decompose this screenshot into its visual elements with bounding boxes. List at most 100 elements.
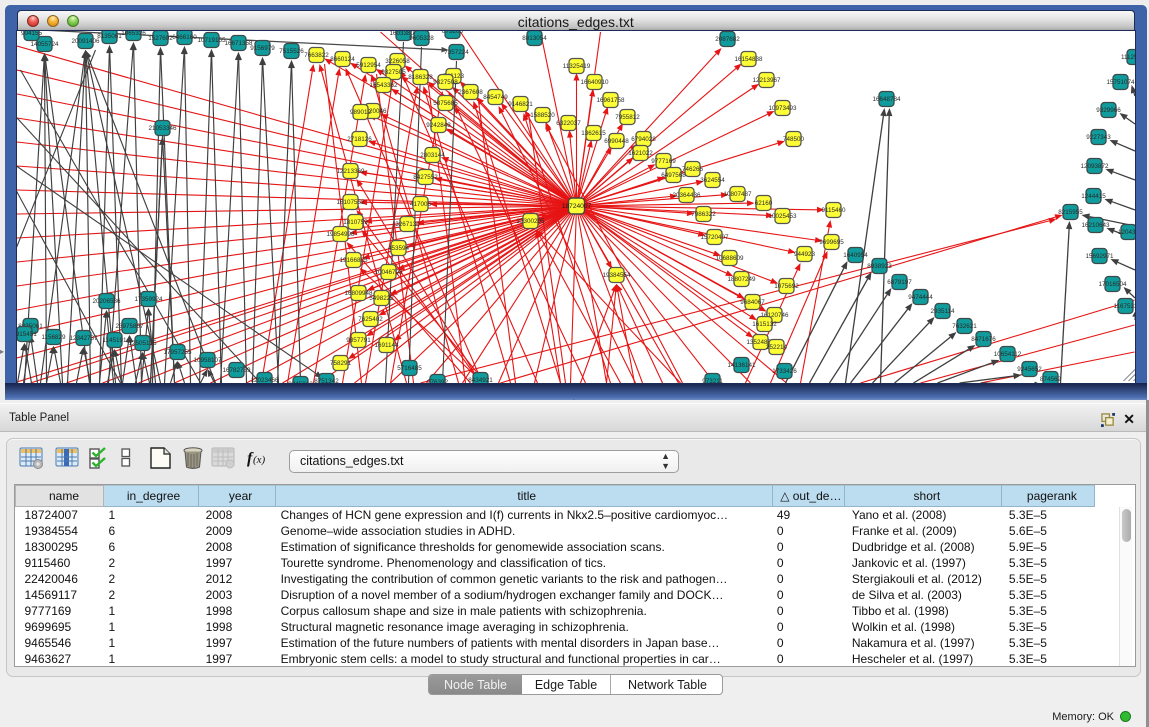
svg-text:9245012: 9245012 bbox=[288, 381, 313, 383]
svg-text:2935114: 2935114 bbox=[930, 308, 955, 315]
svg-text:10688609: 10688609 bbox=[715, 255, 744, 262]
svg-text:7663822: 7663822 bbox=[304, 52, 329, 59]
svg-text:9156979: 9156979 bbox=[250, 45, 275, 52]
svg-text:9227343: 9227343 bbox=[1086, 134, 1111, 141]
svg-text:9605328: 9605328 bbox=[409, 35, 434, 42]
svg-text:11325419: 11325419 bbox=[562, 63, 590, 70]
svg-text:6794028: 6794028 bbox=[631, 136, 656, 143]
svg-text:6466160: 6466160 bbox=[172, 34, 197, 41]
svg-text:252214: 252214 bbox=[765, 344, 787, 351]
svg-text:10973493: 10973493 bbox=[768, 105, 797, 112]
svg-text:9329966: 9329966 bbox=[1096, 107, 1121, 114]
svg-text:16671358: 16671358 bbox=[224, 40, 253, 47]
svg-text:1733426: 1733426 bbox=[772, 368, 797, 375]
svg-text:18107552: 18107552 bbox=[336, 199, 365, 206]
svg-text:9857791: 9857791 bbox=[346, 337, 371, 344]
svg-text:11125419: 11125419 bbox=[1120, 54, 1135, 61]
svg-text:12505135: 12505135 bbox=[128, 340, 157, 347]
svg-text:904155: 904155 bbox=[20, 31, 42, 37]
svg-text:1167533: 1167533 bbox=[1113, 303, 1135, 310]
svg-text:62160: 62160 bbox=[754, 200, 772, 207]
svg-text:1362615: 1362615 bbox=[581, 130, 606, 137]
svg-text:10654112: 10654112 bbox=[993, 351, 1021, 358]
svg-text:453594: 453594 bbox=[387, 245, 409, 252]
svg-text:19384554: 19384554 bbox=[602, 272, 631, 279]
svg-text:12023466: 12023466 bbox=[250, 377, 279, 383]
svg-text:1615132: 1615132 bbox=[752, 321, 777, 328]
svg-text:9115460: 9115460 bbox=[821, 207, 846, 214]
svg-text:9777169: 9777169 bbox=[651, 158, 676, 165]
svg-text:873205: 873205 bbox=[441, 31, 463, 35]
svg-text:2803144: 2803144 bbox=[420, 152, 445, 159]
svg-text:2718126: 2718126 bbox=[347, 136, 372, 143]
svg-text:5498222: 5498222 bbox=[369, 295, 394, 302]
svg-text:7625402: 7625402 bbox=[358, 316, 383, 323]
svg-text:14136141: 14136141 bbox=[727, 362, 756, 369]
svg-text:16961758: 16961758 bbox=[596, 97, 625, 104]
svg-text:10719155: 10719155 bbox=[197, 37, 226, 44]
svg-text:8215955: 8215955 bbox=[1058, 209, 1083, 216]
svg-text:18807249: 18807249 bbox=[727, 276, 756, 283]
svg-text:8751342: 8751342 bbox=[314, 378, 339, 383]
svg-text:12342737: 12342737 bbox=[69, 335, 98, 342]
svg-text:16640910: 16640910 bbox=[580, 79, 609, 86]
svg-text:8135061: 8135061 bbox=[97, 33, 122, 40]
svg-text:8660124: 8660124 bbox=[330, 56, 355, 63]
svg-text:7632621: 7632621 bbox=[952, 323, 977, 330]
svg-text:2367608: 2367608 bbox=[458, 89, 483, 96]
svg-text:3624554: 3624554 bbox=[700, 177, 725, 184]
svg-text:976392: 976392 bbox=[426, 379, 448, 383]
svg-text:9242848: 9242848 bbox=[426, 122, 451, 129]
svg-text:6990448: 6990448 bbox=[604, 138, 629, 145]
svg-text:7955812: 7955812 bbox=[615, 114, 640, 121]
svg-text:10046798: 10046798 bbox=[374, 269, 403, 276]
svg-text:10958107: 10958107 bbox=[193, 357, 222, 364]
svg-text:16210643: 16210643 bbox=[1081, 222, 1110, 229]
svg-text:15751074: 15751074 bbox=[1106, 79, 1135, 86]
svg-text:1075692: 1075692 bbox=[774, 283, 799, 290]
svg-text:989012: 989012 bbox=[349, 109, 371, 116]
svg-text:9684067: 9684067 bbox=[740, 299, 765, 306]
svg-text:10807487: 10807487 bbox=[723, 191, 752, 198]
svg-text:17957255: 17957255 bbox=[163, 349, 192, 356]
svg-text:1145191: 1145191 bbox=[102, 337, 127, 344]
svg-text:17359924: 17359924 bbox=[134, 296, 163, 303]
svg-text:3915451: 3915451 bbox=[17, 331, 37, 338]
svg-text:8427552: 8427552 bbox=[413, 174, 438, 181]
svg-text:9146821: 9146821 bbox=[508, 101, 533, 108]
svg-text:19166825: 19166825 bbox=[339, 257, 368, 264]
svg-text:16648784: 16648784 bbox=[872, 96, 901, 103]
svg-text:7986322: 7986322 bbox=[691, 211, 716, 218]
svg-text:15720407: 15720407 bbox=[700, 234, 729, 241]
svg-text:758291: 758291 bbox=[329, 360, 351, 367]
svg-text:12093872: 12093872 bbox=[1080, 163, 1109, 170]
svg-text:973211: 973211 bbox=[702, 378, 723, 383]
svg-text:1810759: 1810759 bbox=[343, 219, 368, 226]
svg-text:1691144: 1691144 bbox=[374, 342, 399, 349]
svg-text:7357224: 7357224 bbox=[444, 49, 469, 56]
svg-text:6879197: 6879197 bbox=[887, 279, 912, 286]
svg-text:748500: 748500 bbox=[782, 136, 804, 143]
svg-text:1065326: 1065326 bbox=[121, 31, 146, 37]
svg-text:17016504: 17016504 bbox=[1098, 281, 1127, 288]
svg-text:5875685: 5875685 bbox=[433, 100, 458, 107]
svg-text:18724007: 18724007 bbox=[561, 203, 591, 210]
svg-text:1244415: 1244415 bbox=[1081, 193, 1106, 200]
svg-text:21053346: 21053346 bbox=[148, 125, 177, 132]
svg-text:23300295: 23300295 bbox=[516, 218, 545, 225]
svg-text:20091406: 20091406 bbox=[71, 38, 100, 45]
svg-text:6497568: 6497568 bbox=[661, 172, 686, 179]
svg-text:5716485: 5716485 bbox=[397, 365, 422, 372]
svg-text:16543362: 16543362 bbox=[369, 82, 398, 89]
svg-text:1640954: 1640954 bbox=[843, 252, 868, 259]
svg-text:874562: 874562 bbox=[1039, 376, 1061, 383]
svg-text:5912954: 5912954 bbox=[356, 62, 381, 69]
svg-text:9699695: 9699695 bbox=[819, 239, 844, 246]
svg-text:120433: 120433 bbox=[1117, 229, 1135, 236]
svg-text:8471676: 8471676 bbox=[971, 336, 996, 343]
svg-text:15692971: 15692971 bbox=[1085, 253, 1114, 260]
svg-text:19854998: 19854998 bbox=[326, 231, 355, 238]
svg-text:8813054: 8813054 bbox=[522, 35, 547, 42]
svg-text:10025453: 10025453 bbox=[768, 213, 797, 220]
svg-text:2087682: 2087682 bbox=[715, 36, 740, 43]
